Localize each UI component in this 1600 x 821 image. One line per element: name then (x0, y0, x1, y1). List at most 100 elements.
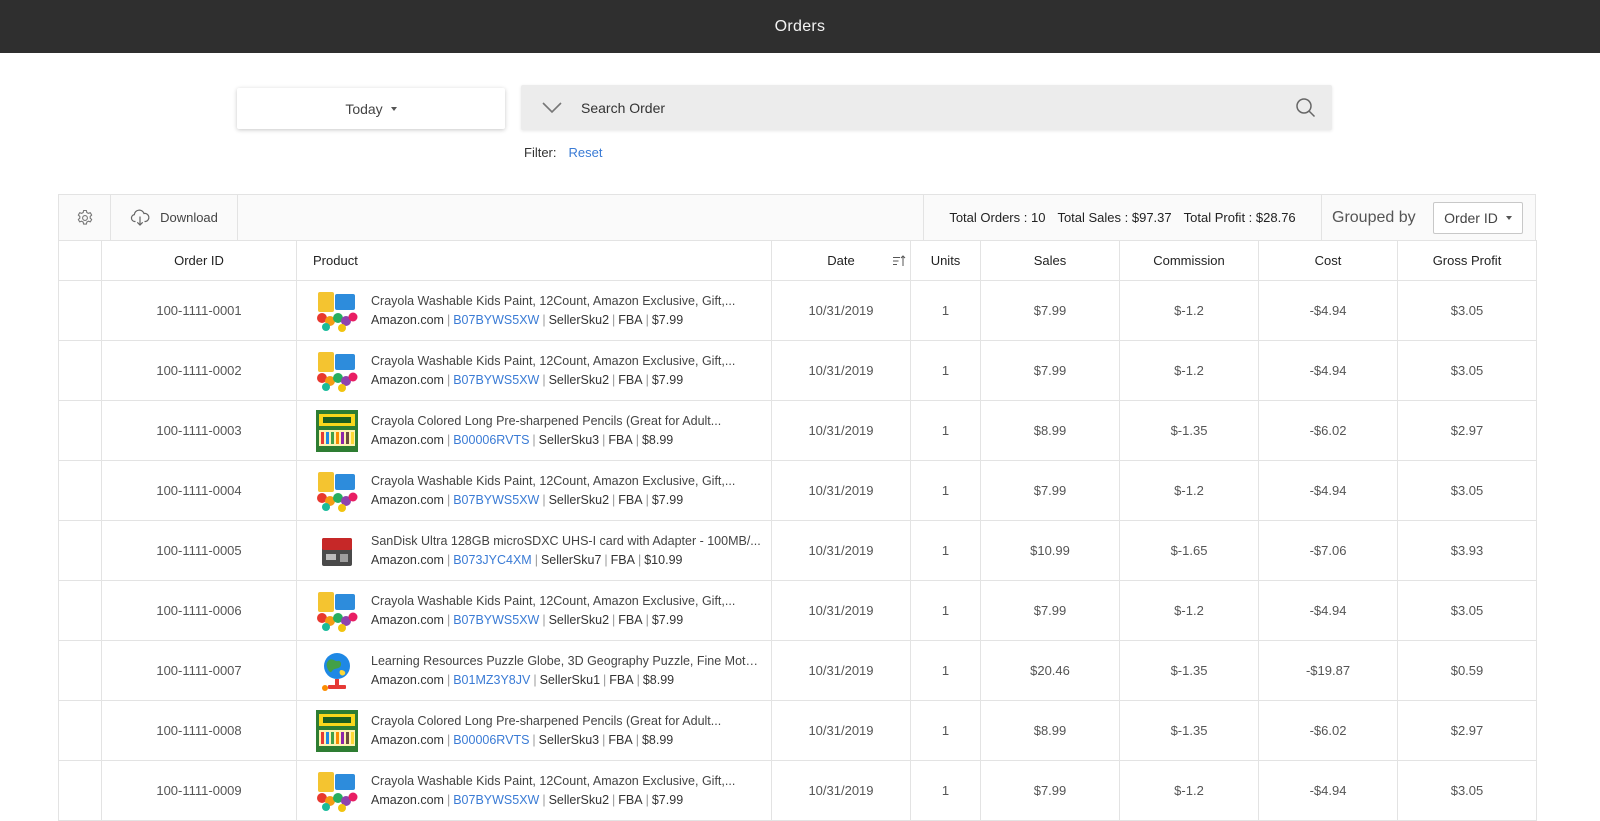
sales-cell[interactable]: $10.99 (980, 520, 1120, 581)
row-select-cell[interactable] (58, 760, 102, 821)
asin-link[interactable]: B00006RVTS (453, 733, 529, 747)
cost-cell[interactable]: -$4.94 (1258, 340, 1398, 401)
row-select-cell[interactable] (58, 520, 102, 581)
order-id-cell[interactable]: 100-1111-0005 (101, 520, 297, 581)
table-row[interactable]: 100-1111-0008 Crayola Colored Long Pre-s… (58, 700, 1537, 761)
gross-profit-cell[interactable]: $3.05 (1397, 760, 1537, 821)
product-cell: Crayola Colored Long Pre-sharpened Penci… (296, 700, 772, 761)
commission-cell: $-1.2 (1119, 460, 1259, 521)
product-name-link[interactable]: Crayola Washable Kids Paint, 12Count, Am… (371, 774, 761, 788)
product-name-link[interactable]: Learning Resources Puzzle Globe, 3D Geog… (371, 654, 761, 668)
date-range-dropdown[interactable]: Today (237, 88, 505, 129)
product-name-link[interactable]: Crayola Washable Kids Paint, 12Count, Am… (371, 594, 761, 608)
order-id-cell[interactable]: 100-1111-0008 (101, 700, 297, 761)
column-header-product[interactable]: Product (296, 240, 772, 281)
asin-link[interactable]: B01MZ3Y8JV (453, 673, 530, 687)
gross-profit-cell[interactable]: $2.97 (1397, 400, 1537, 461)
product-name-link[interactable]: Crayola Colored Long Pre-sharpened Penci… (371, 714, 761, 728)
search-icon[interactable] (1295, 97, 1316, 118)
settings-button[interactable] (59, 195, 111, 240)
asin-link[interactable]: B07BYWS5XW (453, 793, 539, 807)
download-button[interactable]: Download (111, 195, 238, 240)
seller-sku: SellerSku7 (540, 553, 602, 567)
column-header-date-label: Date (827, 253, 855, 268)
store-name: Amazon.com (371, 553, 444, 567)
cost-cell[interactable]: -$4.94 (1258, 460, 1398, 521)
product-name-link[interactable]: Crayola Washable Kids Paint, 12Count, Am… (371, 354, 761, 368)
product-meta: Amazon.com | B07BYWS5XW | SellerSku2 | FBA | $7.… (371, 373, 684, 387)
asin-link[interactable]: B07BYWS5XW (453, 493, 539, 507)
gross-profit-cell[interactable]: $2.97 (1397, 700, 1537, 761)
table-row[interactable]: 100-1111-0002 Crayola Washable Kids Pain… (58, 340, 1537, 401)
gross-profit-cell[interactable]: $3.05 (1397, 580, 1537, 641)
row-select-cell[interactable] (58, 280, 102, 341)
sort-icon[interactable] (892, 254, 906, 268)
product-name-link[interactable]: SanDisk Ultra 128GB microSDXC UHS-I card… (371, 534, 761, 548)
order-id-cell[interactable]: 100-1111-0001 (101, 280, 297, 341)
product-name-link[interactable]: Crayola Washable Kids Paint, 12Count, Am… (371, 474, 761, 488)
row-select-cell[interactable] (58, 700, 102, 761)
table-row[interactable]: 100-1111-0006 Crayola Washable Kids Pain… (58, 580, 1537, 641)
column-header-order-id[interactable]: Order ID (101, 240, 297, 281)
search-input[interactable] (581, 99, 1261, 116)
row-select-cell[interactable] (58, 340, 102, 401)
asin-link[interactable]: B00006RVTS (453, 433, 529, 447)
commission-cell: $-1.2 (1119, 760, 1259, 821)
order-id-cell[interactable]: 100-1111-0002 (101, 340, 297, 401)
table-row[interactable]: 100-1111-0003 Crayola Colored Long Pre-s… (58, 400, 1537, 461)
cost-cell[interactable]: -$4.94 (1258, 580, 1398, 641)
sales-cell[interactable]: $8.99 (980, 400, 1120, 461)
asin-link[interactable]: B07BYWS5XW (453, 313, 539, 327)
order-id-cell[interactable]: 100-1111-0003 (101, 400, 297, 461)
product-name-link[interactable]: Crayola Washable Kids Paint, 12Count, Am… (371, 294, 761, 308)
sales-cell[interactable]: $8.99 (980, 700, 1120, 761)
column-header-units[interactable]: Units (910, 240, 981, 281)
gross-profit-cell[interactable]: $3.93 (1397, 520, 1537, 581)
gross-profit-cell[interactable]: $3.05 (1397, 460, 1537, 521)
asin-link[interactable]: B07BYWS5XW (453, 373, 539, 387)
column-header-date[interactable]: Date (771, 240, 911, 281)
sales-cell[interactable]: $7.99 (980, 460, 1120, 521)
cost-cell[interactable]: -$19.87 (1258, 640, 1398, 701)
order-id-cell[interactable]: 100-1111-0009 (101, 760, 297, 821)
group-by-dropdown[interactable]: Order ID (1433, 202, 1523, 234)
cost-cell[interactable]: -$6.02 (1258, 400, 1398, 461)
sales-cell[interactable]: $20.46 (980, 640, 1120, 701)
asin-link[interactable]: B07BYWS5XW (453, 613, 539, 627)
row-select-cell[interactable] (58, 580, 102, 641)
asin-link[interactable]: B073JYC4XM (453, 553, 532, 567)
cost-cell[interactable]: -$7.06 (1258, 520, 1398, 581)
table-row[interactable]: 100-1111-0004 Crayola Washable Kids Pain… (58, 460, 1537, 521)
row-select-cell[interactable] (58, 640, 102, 701)
caret-down-icon (390, 106, 397, 111)
column-header-cost[interactable]: Cost (1258, 240, 1398, 281)
order-id-cell[interactable]: 100-1111-0007 (101, 640, 297, 701)
product-meta: Amazon.com | B073JYC4XM | SellerSku7 | FBA | $10… (371, 553, 683, 567)
gross-profit-cell[interactable]: $3.05 (1397, 340, 1537, 401)
sales-cell[interactable]: $7.99 (980, 340, 1120, 401)
cost-cell[interactable]: -$4.94 (1258, 280, 1398, 341)
cost-cell[interactable]: -$6.02 (1258, 700, 1398, 761)
table-row[interactable]: 100-1111-0005 SanDisk Ultra 128GB microS… (58, 520, 1537, 581)
sales-cell[interactable]: $7.99 (980, 280, 1120, 341)
table-row[interactable]: 100-1111-0009 Crayola Washable Kids Pain… (58, 760, 1537, 821)
column-header-sales[interactable]: Sales (980, 240, 1120, 281)
table-row[interactable]: 100-1111-0001 Crayola Washable Kids Pain… (58, 280, 1537, 341)
filter-reset-link[interactable]: Reset (569, 145, 603, 160)
order-id-cell[interactable]: 100-1111-0006 (101, 580, 297, 641)
product-name-link[interactable]: Crayola Colored Long Pre-sharpened Penci… (371, 414, 761, 428)
gross-profit-cell[interactable]: $3.05 (1397, 280, 1537, 341)
sales-cell[interactable]: $7.99 (980, 760, 1120, 821)
cost-cell[interactable]: -$4.94 (1258, 760, 1398, 821)
chevron-down-icon[interactable] (541, 101, 563, 115)
units-cell: 1 (910, 760, 981, 821)
column-header-commission[interactable]: Commission (1119, 240, 1259, 281)
table-row[interactable]: 100-1111-0007 Learning Resources Puzzle … (58, 640, 1537, 701)
column-header-gross-profit[interactable]: Gross Profit (1397, 240, 1537, 281)
order-id-cell[interactable]: 100-1111-0004 (101, 460, 297, 521)
paint-thumbnail (315, 469, 359, 512)
gross-profit-cell[interactable]: $0.59 (1397, 640, 1537, 701)
row-select-cell[interactable] (58, 400, 102, 461)
row-select-cell[interactable] (58, 460, 102, 521)
sales-cell[interactable]: $7.99 (980, 580, 1120, 641)
